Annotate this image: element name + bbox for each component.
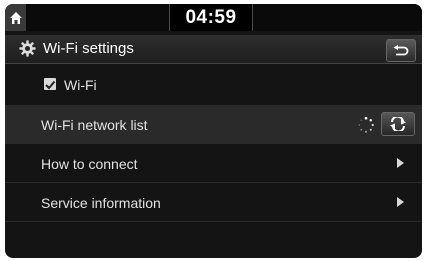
- home-button[interactable]: [5, 4, 26, 31]
- wifi-network-list-label: Wi-Fi network list: [41, 117, 148, 133]
- wifi-label: Wi-Fi: [64, 77, 97, 93]
- checkmark-icon: [45, 80, 56, 90]
- wifi-network-list-row[interactable]: Wi-Fi network list: [5, 105, 422, 143]
- gear-icon: [19, 40, 36, 57]
- back-arrow-icon: [393, 44, 409, 55]
- status-divider: [252, 4, 253, 31]
- service-information-label: Service information: [41, 195, 161, 211]
- home-icon: [9, 11, 22, 24]
- how-to-connect-row[interactable]: How to connect: [5, 144, 422, 182]
- clock: 04:59: [170, 4, 252, 31]
- wifi-toggle-row[interactable]: Wi-Fi: [5, 66, 422, 102]
- chevron-right-icon: [397, 158, 404, 168]
- wifi-checkbox[interactable]: [44, 78, 56, 90]
- status-bar: 04:59: [5, 4, 422, 31]
- loading-spinner-icon: [358, 116, 374, 133]
- back-button[interactable]: [386, 39, 416, 62]
- list-divider: [5, 221, 422, 222]
- screen: 04:59 Wi-Fi settings Wi-Fi Wi-Fi network…: [5, 4, 422, 258]
- title-bar: Wi-Fi settings: [5, 35, 422, 64]
- how-to-connect-label: How to connect: [41, 156, 138, 172]
- chevron-right-icon: [397, 197, 404, 207]
- page-title: Wi-Fi settings: [43, 40, 134, 57]
- refresh-icon: [390, 117, 406, 131]
- refresh-button[interactable]: [381, 112, 415, 136]
- service-information-row[interactable]: Service information: [5, 183, 422, 221]
